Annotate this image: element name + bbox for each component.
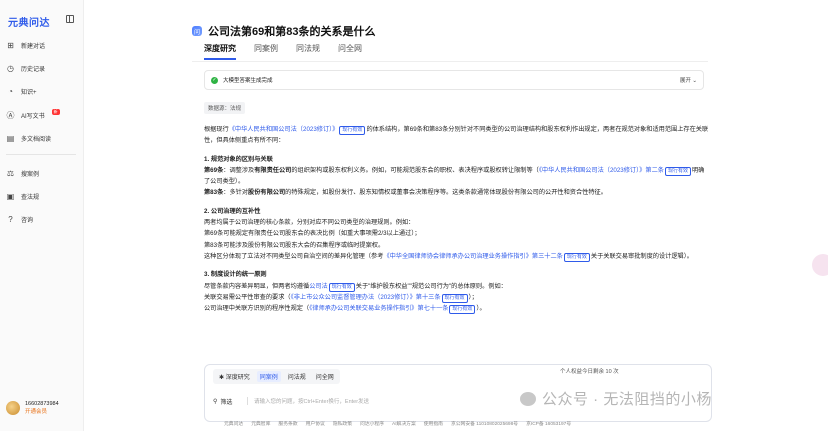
avatar[interactable] (6, 401, 20, 415)
sidebar-item-label: AI写文书 (21, 113, 45, 120)
section-heading: 2. 公司治理的互补性 (204, 207, 261, 215)
law-link[interactable]: 《中华全国律师协会律师承办公司治理业务操作指引》第三十二条 (383, 253, 562, 260)
input-tab-web[interactable]: 问全网 (313, 371, 337, 382)
tab-cases[interactable]: 同案例 (254, 43, 278, 60)
paragraph: 第83条：多针对股份有限公司的特殊规定，如股份发行、股东知情权或董事会决策程序等… (204, 189, 607, 197)
status-badge: 现行有效 (664, 166, 691, 176)
footer: 元典问达 元典智库 服务条款 用户协议 隐私政策 问达小程序 AI解决方案 使用… (224, 420, 571, 427)
status-text: 大模型答案生成完成 (223, 78, 273, 84)
history-icon: ◷ (7, 63, 14, 73)
source-tag: 数据源：法规 (204, 102, 246, 114)
sidebar-item-label: 知识+ (21, 89, 37, 96)
footer-link[interactable]: AI解决方案 (392, 420, 416, 427)
sidebar-item-knowledge[interactable]: ◔ 知识+ (0, 82, 84, 100)
paragraph: 尽管条款内容差异明显，但两者均遵循公司法 现行有效 关于"维护股东权益""规范公司行… (204, 282, 507, 292)
input-tab-cases[interactable]: 同案例 (256, 371, 281, 382)
tab-divider (192, 61, 708, 62)
sidebar-item-consult[interactable]: ? 咨询 (0, 210, 84, 228)
sidebar-divider (6, 154, 76, 155)
section-heading: 3. 制度设计的统一原则 (204, 271, 267, 279)
footer-link[interactable]: 元典智库 (251, 420, 270, 427)
filter-icon: ⚲ (213, 399, 218, 405)
tab-laws[interactable]: 同法规 (296, 43, 320, 60)
sidebar-item-search-cases[interactable]: ⚖ 搜案例 (0, 164, 84, 182)
status-badge: 现行有效 (449, 305, 476, 315)
law-link[interactable]: 《中华人民共和国公司法（2023修订）》 (539, 167, 646, 174)
section-heading: 1. 规范对象的区别与关联 (204, 155, 273, 163)
sidebar: 元典问达 ⊞ 新建对话 ◷ 历史记录 ◔ 知识+ Ⓐ AI写文书 新 ▤ 多文档… (0, 0, 84, 431)
sidebar-item-search-laws[interactable]: ▣ 查法规 (0, 187, 84, 205)
sidebar-item-label: 新建对话 (21, 43, 46, 50)
paragraph: 第69条可能规定有限责任公司股东会的表决比例（如重大事项需2/3以上通过）； (204, 230, 421, 238)
watermark: 公众号 · 无法阻挡的小杨 (520, 388, 712, 409)
paragraph: 第69条：调整涉及有限责任公司的组织架构或股东权利义务。例如，可能规范股东会的职… (204, 166, 705, 186)
main-panel: 问 公司法第69和第83条的关系是什么 深度研究 同案例 同法规 问全网 ✓ 大… (84, 0, 828, 431)
status-badge: 现行有效 (328, 282, 355, 292)
question-icon: ? (8, 214, 13, 224)
status-box: ✓ 大模型答案生成完成 展开 ⌄ (204, 70, 704, 90)
paragraph: 第83条可能涉及股份有限公司股东大会的召集程序或临时提案权。 (204, 241, 385, 249)
sidebar-item-label: 搜案例 (21, 171, 40, 178)
filter-button[interactable]: ⚲ 筛选 (213, 397, 232, 406)
quota-text: 个人权益今日剩余 10 次 (560, 369, 619, 375)
footer-link[interactable]: 服务条款 (278, 420, 297, 427)
documents-icon: ▤ (6, 133, 15, 143)
question-header: 问 公司法第69和第83条的关系是什么 (192, 23, 375, 39)
footer-link[interactable]: 元典问达 (224, 420, 243, 427)
law-link[interactable]: 《中华人民共和国公司法（2023修订）》 (229, 126, 339, 133)
check-icon: ✓ (211, 76, 218, 84)
footer-link[interactable]: 使用指南 (424, 420, 443, 427)
sidebar-item-label: 查法规 (21, 194, 40, 201)
status-badge: 现行有效 (563, 252, 590, 262)
sidebar-item-label: 咨询 (21, 217, 34, 224)
input-mode-tabs: ✱ 深度研究 同案例 问法规 问全网 (213, 369, 340, 384)
sidebar-item-label: 历史记录 (21, 66, 46, 73)
tab-deep-research[interactable]: 深度研究 (204, 43, 236, 60)
law-link[interactable]: 《非上市公众公司监督管理办法（2023修订）》第十三条 (291, 294, 441, 301)
answer-intro: 根据现行《中华人民共和国公司法（2023修订）》 现行有效 的体系结构，第69条和第… (204, 126, 709, 145)
law-link[interactable]: 第二条 (645, 167, 664, 174)
ai-doc-icon: Ⓐ (6, 110, 15, 120)
new-badge: 新 (51, 109, 60, 115)
paragraph: 两者均属于公司治理的核心条款，分别对应不同公司类型的治理规则。例如： (204, 219, 415, 227)
tab-web[interactable]: 问全网 (338, 43, 362, 60)
vip-link[interactable]: 开通会员 (25, 408, 59, 416)
paragraph: 这种区分体现了立法对不同类型公司自治空间的差异化管理（参考《中华全国律师协会律师… (204, 252, 693, 262)
plus-square-icon: ⊞ (7, 40, 14, 50)
status-badge: 现行有效 (339, 126, 366, 135)
sidebar-item-history[interactable]: ◷ 历史记录 (0, 59, 84, 77)
collapse-sidebar-icon[interactable] (66, 15, 74, 23)
footer-link[interactable]: 隐私政策 (333, 420, 352, 427)
law-link[interactable]: 公司法 (309, 283, 328, 290)
paragraph: 关联交易需公平性审查的要求（《非上市公众公司监督管理办法（2023修订）》第十三… (204, 293, 478, 303)
input-tab-deep-research[interactable]: ✱ 深度研究 (216, 371, 253, 382)
user-phone: 16602873984 (25, 401, 59, 407)
lightbulb-icon: ◔ (8, 86, 13, 96)
paragraph: 公司治理中关联方识别的程序性规定（《律师承办公司关联交易业务操作指引》第七十一条… (204, 305, 486, 315)
input-tab-laws[interactable]: 问法规 (285, 371, 309, 382)
result-tabs: 深度研究 同案例 同法规 问全网 (204, 43, 362, 60)
footer-link[interactable]: 用户协议 (306, 420, 325, 427)
brand-logo[interactable]: 元典问达 (8, 14, 50, 29)
sidebar-item-multi-doc[interactable]: ▤ 多文档阅读 (0, 129, 84, 147)
search-case-icon: ⚖ (6, 168, 15, 178)
user-profile[interactable]: 16602873984 开通会员 (6, 400, 59, 416)
status-badge: 现行有效 (441, 293, 468, 303)
floating-assistant-button[interactable] (812, 254, 828, 276)
question-title: 公司法第69和第83条的关系是什么 (208, 26, 376, 38)
footer-link[interactable]: 问达小程序 (360, 420, 384, 427)
law-link[interactable]: 《律师承办公司关联交易业务操作指引》第七十一条 (309, 305, 448, 312)
search-law-icon: ▣ (6, 191, 15, 201)
expand-button[interactable]: 展开 ⌄ (680, 76, 697, 84)
footer-text: 京公网安备 11010802025698号 (450, 422, 519, 427)
question-input[interactable]: 请输入您的问题，按Ctrl+Enter换行，Enter发送 (247, 397, 369, 405)
wechat-icon (520, 391, 536, 406)
answer-content: 根据现行《中华人民共和国公司法（2023修订）》 现行有效 的体系结构，第69条和第… (204, 124, 710, 315)
footer-text: 京ICP备 16053197号 (526, 422, 572, 427)
question-icon: 问 (192, 26, 202, 36)
sidebar-item-label: 多文档阅读 (21, 136, 52, 143)
sidebar-item-ai-document[interactable]: Ⓐ AI写文书 新 (0, 106, 84, 124)
sidebar-item-new-chat[interactable]: ⊞ 新建对话 (0, 36, 84, 54)
